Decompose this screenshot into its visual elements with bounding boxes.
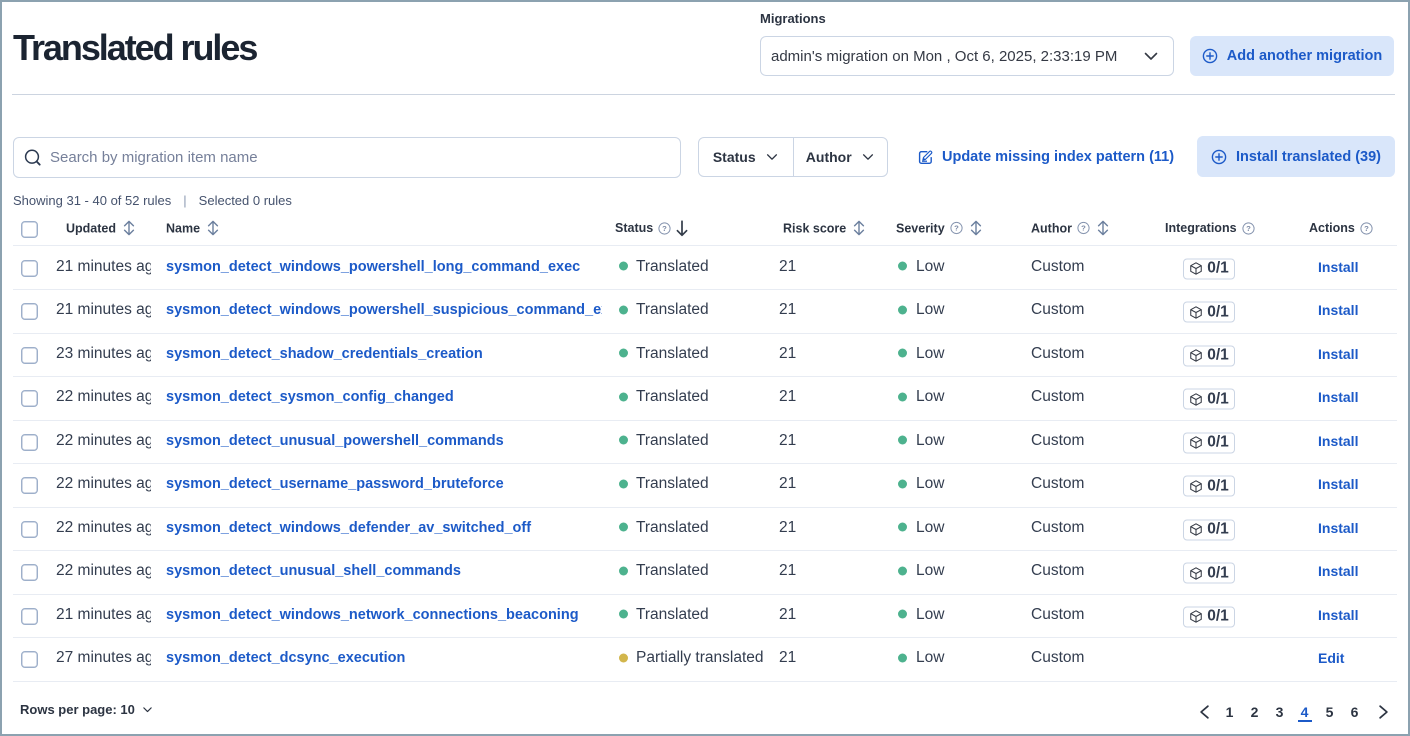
svg-text:?: ? (1364, 224, 1369, 233)
svg-text:?: ? (1246, 224, 1251, 233)
svg-text:?: ? (1081, 224, 1086, 233)
svg-text:?: ? (954, 224, 959, 233)
svg-text:?: ? (662, 224, 667, 233)
